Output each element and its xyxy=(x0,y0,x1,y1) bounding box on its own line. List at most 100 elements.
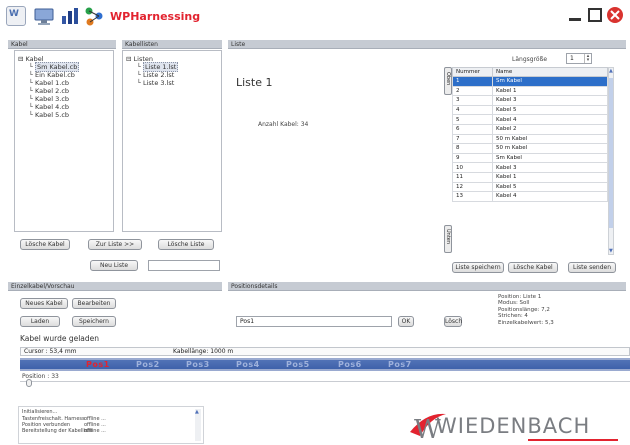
monitor-icon[interactable] xyxy=(34,6,54,26)
table-row[interactable]: 11 Kabel 1 xyxy=(452,171,608,183)
tree-item[interactable]: └ Sm Kabel.cb xyxy=(29,62,80,72)
load-button[interactable]: Laden xyxy=(20,316,60,327)
cell-number: 10 xyxy=(452,162,493,173)
save-button[interactable]: Speichern xyxy=(72,316,116,327)
position-marker[interactable]: Pos5 xyxy=(286,360,310,369)
cell-number: 7 xyxy=(452,133,493,145)
delete-list-button[interactable]: Lösche Liste xyxy=(158,239,214,250)
scroll-thumb[interactable] xyxy=(609,78,613,228)
new-list-button[interactable]: Neu Liste xyxy=(90,260,138,271)
position-details: Position: Liste 1 Modus: Soll Positionsl… xyxy=(498,294,554,326)
einzelkabel-panel-header: Einzelkabel/Vorschau xyxy=(8,282,222,291)
liste-panel-header: Liste xyxy=(228,40,626,49)
position-bar[interactable]: Pos1 Pos2 Pos3 Pos4 Pos5 Pos6 Pos7 xyxy=(20,358,630,371)
table-row[interactable]: 9 Sm Kabel xyxy=(452,152,608,164)
tree-item-label: Liste 2.lst xyxy=(142,71,175,79)
kabel-panel-header: Kabel xyxy=(8,40,116,49)
table-row[interactable]: 5 Kabel 4 xyxy=(452,114,608,125)
position-marker[interactable]: Pos7 xyxy=(388,360,412,369)
slider-handle[interactable] xyxy=(26,379,32,387)
laengsgroesse-stepper[interactable]: ▴ ▾ xyxy=(584,54,591,63)
tree-item[interactable]: └ Ein Kabel.cb xyxy=(29,71,75,79)
table-row[interactable]: 2 Kabel 1 xyxy=(452,85,608,97)
column-header-number[interactable]: Nummer xyxy=(452,67,493,77)
column-header-name[interactable]: Name xyxy=(492,67,608,77)
to-list-button[interactable]: Zur Liste >> xyxy=(88,239,142,250)
cursor-readout: Cursor : 53,4 mm xyxy=(24,348,77,355)
table-row[interactable]: 1 Sm Kabel xyxy=(452,76,608,87)
tree-item[interactable]: └ Kabel 1.cb xyxy=(29,79,69,87)
cell-number: 4 xyxy=(452,104,493,116)
tree-item[interactable]: └ Liste 1.lst xyxy=(137,62,179,72)
position-marker[interactable]: Pos3 xyxy=(186,360,210,369)
cell-name: Kabel 3 xyxy=(492,95,608,106)
tree-item-label: Ein Kabel.cb xyxy=(34,71,75,79)
tree-item[interactable]: └ Liste 2.lst xyxy=(137,71,174,79)
delete-cable-from-list-button[interactable]: Lösche Kabel xyxy=(508,262,558,273)
app-title: WPHarnessing xyxy=(110,10,201,23)
send-list-button[interactable]: Liste senden xyxy=(568,262,616,273)
minimize-icon[interactable] xyxy=(566,6,584,24)
tree-item[interactable]: └ Liste 3.lst xyxy=(137,79,174,87)
position-marker[interactable]: Pos4 xyxy=(236,360,260,369)
tree-item[interactable]: └ Kabel 3.cb xyxy=(29,95,69,103)
position-ok-button[interactable]: OK xyxy=(398,316,414,327)
tree-item-label: Kabel 5.cb xyxy=(34,111,70,119)
cell-number: 1 xyxy=(452,76,493,87)
cable-table[interactable]: Nummer Name 1 Sm Kabel 2 Kabel 1 3 Kabel 3 4 Ka… xyxy=(452,67,608,202)
position-marker[interactable]: Pos1 xyxy=(86,360,110,369)
table-row[interactable]: 6 Kabel 2 xyxy=(452,123,608,135)
scroll-up-icon[interactable]: ▲ xyxy=(195,409,201,415)
table-row[interactable]: 12 Kabel 5 xyxy=(452,181,608,193)
log-panel: Initialisieren... Tastenfreischalt. Harn… xyxy=(18,406,204,444)
log-scrollbar[interactable]: ▲ xyxy=(195,409,201,441)
tree-item-label: Kabel 3.cb xyxy=(34,95,70,103)
kabel-tree[interactable]: ⊟ Kabel └ Sm Kabel.cb └ Ein Kabel.cb └ K… xyxy=(14,50,114,232)
title-bar: W WPHarnessing xyxy=(0,0,630,34)
position-delete-button[interactable]: Lösch xyxy=(444,316,462,327)
tree-item[interactable]: └ Kabel 5.cb xyxy=(29,111,69,119)
new-cable-button[interactable]: Neues Kabel xyxy=(20,298,68,309)
cell-name: 50 m Kabel xyxy=(492,133,608,145)
logo-text: WIEDENBACH xyxy=(436,414,591,438)
table-scrollbar[interactable]: ▲ ▼ xyxy=(608,67,614,255)
chart-icon[interactable] xyxy=(60,6,80,26)
table-row[interactable]: 13 Kabel 4 xyxy=(452,191,608,202)
position-name-input[interactable]: Pos1 xyxy=(236,316,392,327)
move-up-label: Oben xyxy=(445,72,451,86)
table-row[interactable]: 4 Kabel 5 xyxy=(452,104,608,116)
kabellisten-panel-header: Kabellisten xyxy=(122,40,222,49)
position-marker[interactable]: Pos2 xyxy=(136,360,160,369)
table-row[interactable]: 7 50 m Kabel xyxy=(452,133,608,145)
tree-item[interactable]: └ Kabel 4.cb xyxy=(29,103,69,111)
scroll-down-icon[interactable]: ▼ xyxy=(609,248,613,254)
cell-name: Kabel 1 xyxy=(492,171,608,183)
cell-name: Sm Kabel xyxy=(492,152,608,164)
cable-count-label: Anzahl Kabel: 34 xyxy=(258,121,309,128)
delete-cable-button[interactable]: Lösche Kabel xyxy=(20,239,70,250)
maximize-icon[interactable] xyxy=(586,6,604,24)
position-panel-header: Positionsdetails xyxy=(228,282,626,291)
close-icon[interactable] xyxy=(606,6,624,24)
kabellisten-tree[interactable]: ⊟ Listen └ Liste 1.lst └ Liste 2.lst └ L… xyxy=(122,50,222,232)
cell-number: 8 xyxy=(452,143,493,154)
move-up-button[interactable]: Oben xyxy=(444,67,452,95)
tree-item-label: Kabel 2.cb xyxy=(34,87,70,95)
table-row[interactable]: 10 Kabel 3 xyxy=(452,162,608,173)
table-row[interactable]: 8 50 m Kabel xyxy=(452,143,608,154)
save-list-button[interactable]: Liste speichern xyxy=(452,262,504,273)
scroll-up-icon[interactable]: ▲ xyxy=(609,68,613,74)
wiedenbach-w-icon[interactable]: W xyxy=(6,6,26,26)
log-heading: Initialisieren... xyxy=(22,409,58,415)
cell-number: 6 xyxy=(452,123,493,135)
cell-name: Kabel 3 xyxy=(492,162,608,173)
move-down-button[interactable]: Unten xyxy=(444,225,452,253)
tree-item[interactable]: └ Kabel 2.cb xyxy=(29,87,69,95)
network-icon[interactable] xyxy=(84,6,104,26)
table-row[interactable]: 3 Kabel 3 xyxy=(452,95,608,106)
position-slider[interactable] xyxy=(20,379,630,389)
new-list-input[interactable] xyxy=(148,260,220,271)
cell-number: 11 xyxy=(452,171,493,183)
edit-button[interactable]: Bearbeiten xyxy=(72,298,116,309)
position-marker[interactable]: Pos6 xyxy=(338,360,362,369)
